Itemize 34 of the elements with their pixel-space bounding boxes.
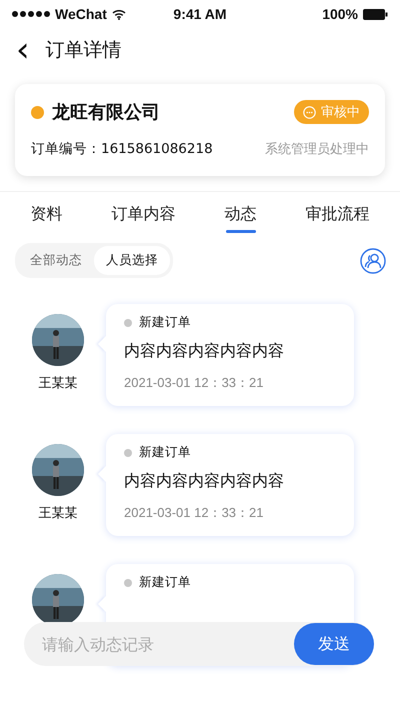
clock-time: 9:41 AM bbox=[173, 6, 227, 22]
status-badge: 审核中 bbox=[294, 100, 369, 124]
send-button[interactable]: 发送 bbox=[294, 623, 374, 665]
activity-type: 新建订单 bbox=[139, 314, 191, 331]
handler-status: 系统管理员处理中 bbox=[265, 141, 369, 158]
activity-type: 新建订单 bbox=[139, 574, 191, 591]
signal-icon bbox=[12, 11, 50, 17]
battery-percent: 100% bbox=[322, 6, 358, 22]
people-icon[interactable] bbox=[360, 248, 386, 274]
tab[interactable]: 资料 bbox=[26, 202, 66, 233]
battery-icon bbox=[363, 8, 388, 20]
activity-content: 内容内容内容内容内容 bbox=[124, 341, 285, 362]
tab[interactable]: 订单内容 bbox=[108, 202, 180, 233]
page-title: 订单详情 bbox=[46, 38, 122, 63]
activity-content: 内容内容内容内容内容 bbox=[124, 471, 285, 492]
activity-time: 2021-03-01 12：33：21 bbox=[124, 504, 264, 522]
activity-type: 新建订单 bbox=[139, 444, 191, 461]
filter-option[interactable]: 人员选择 bbox=[94, 246, 170, 275]
tab[interactable]: 动态 bbox=[220, 202, 260, 233]
bullet-icon bbox=[124, 318, 132, 326]
filter-option[interactable]: 全部动态 bbox=[18, 246, 94, 275]
user-name: 王某某 bbox=[38, 505, 78, 522]
back-button[interactable]: ‹ bbox=[12, 35, 34, 65]
bullet-icon bbox=[124, 578, 132, 586]
bullet-icon bbox=[124, 448, 132, 456]
activity-time: 2021-03-01 12：33：21 bbox=[124, 374, 264, 392]
carrier-name: WeChat bbox=[55, 6, 107, 22]
more-icon bbox=[303, 106, 316, 118]
order-number: 订单编号：1615861086218 bbox=[31, 140, 213, 158]
company-name: 龙旺有限公司 bbox=[52, 101, 161, 124]
user-name: 王某某 bbox=[38, 375, 78, 392]
status-dot bbox=[31, 106, 44, 118]
tab[interactable]: 审批流程 bbox=[302, 202, 374, 233]
wifi-icon bbox=[112, 8, 126, 20]
